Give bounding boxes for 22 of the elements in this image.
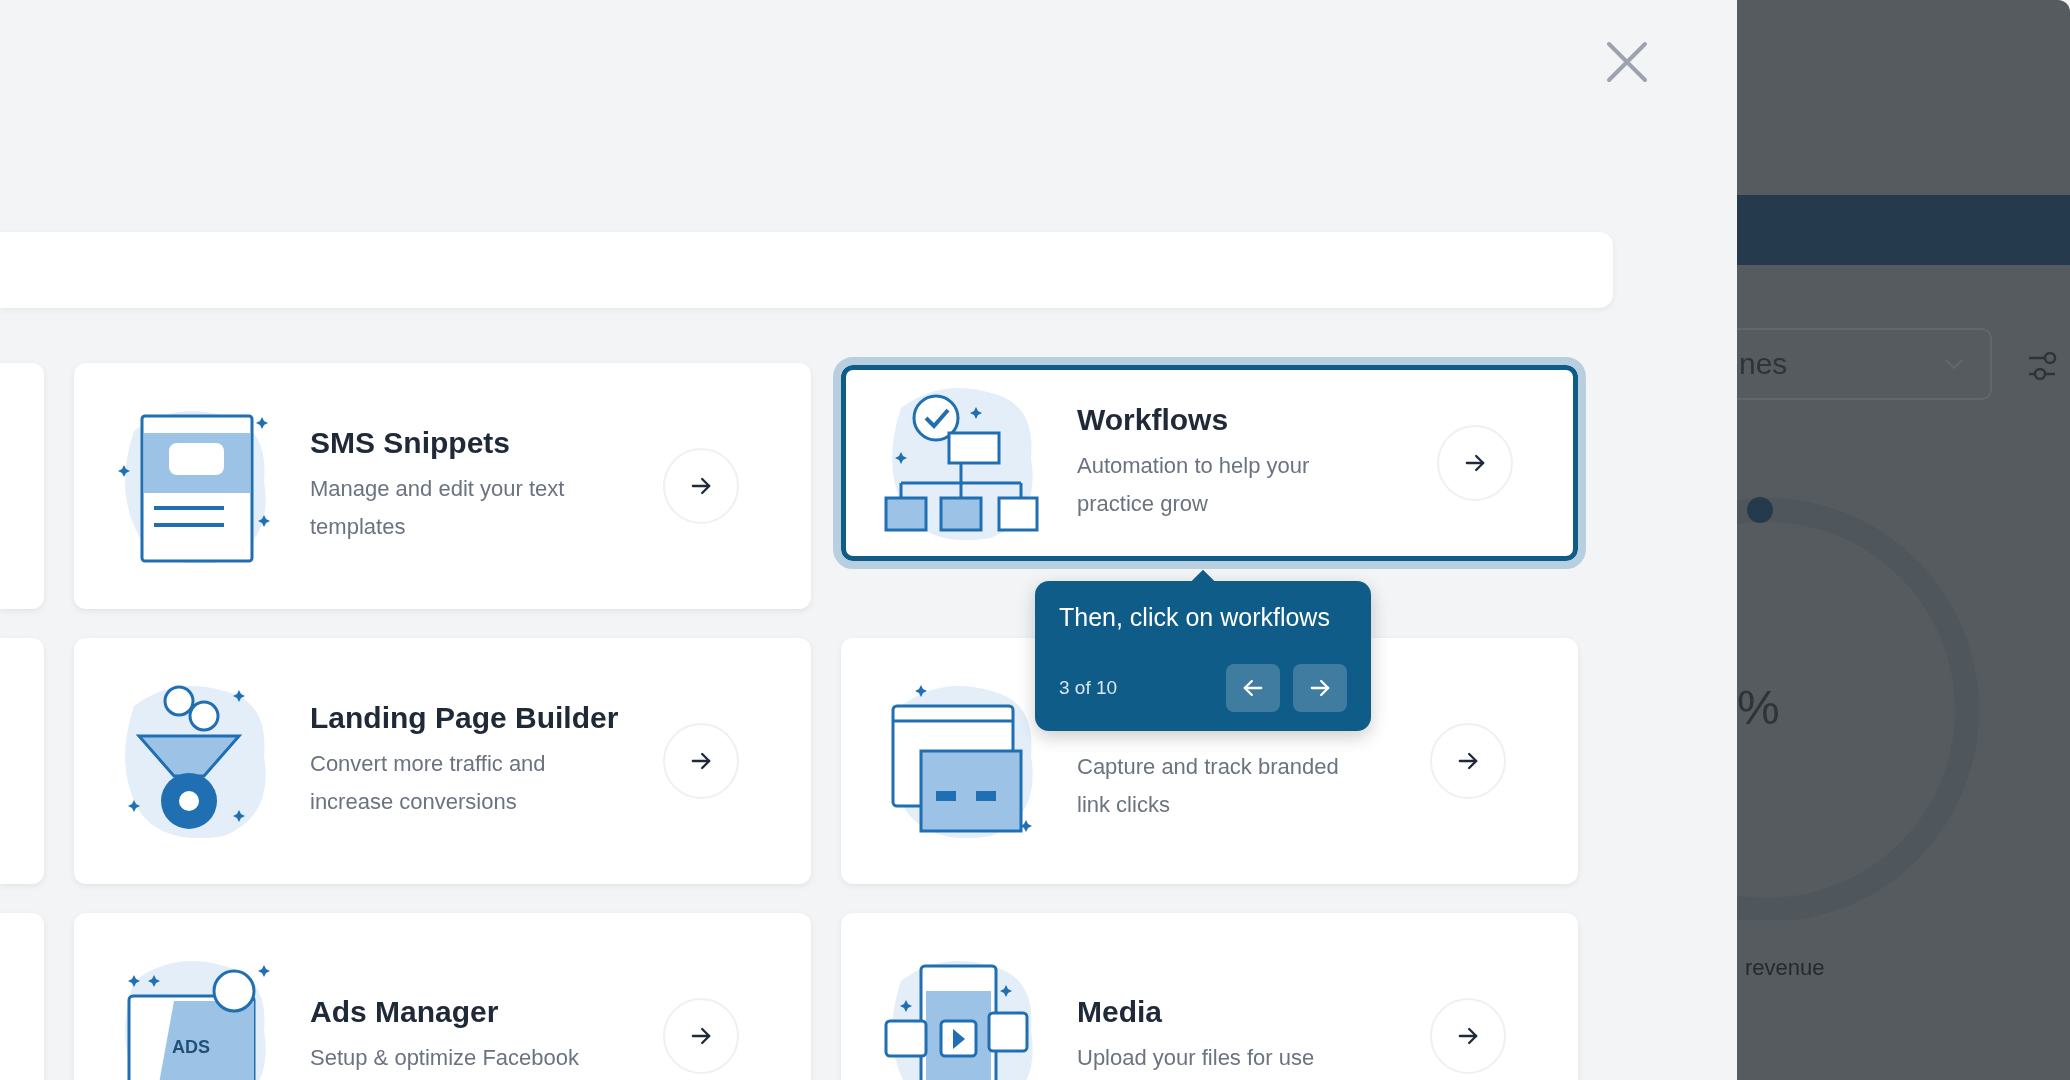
- close-icon: [1605, 40, 1649, 84]
- tool-card[interactable]: SMS Snippets Manage and edit your text templates: [74, 363, 811, 609]
- card-title: Media: [1077, 995, 1164, 1029]
- card-description: Capture and track branded link clicks: [1077, 753, 1340, 819]
- tool-card[interactable]: ADS Ads Manager Setup & optimize Facebook: [74, 913, 811, 1080]
- tooltip-text: Then, click on workflows: [1059, 603, 1331, 632]
- card-title: Ads Manager: [310, 995, 500, 1029]
- card-description: Manage and edit your text templates: [310, 475, 566, 541]
- card-description: Automation to help your practice grow: [1077, 452, 1311, 518]
- ads-label: ADS: [172, 1037, 210, 1057]
- next-button[interactable]: [1293, 664, 1347, 712]
- card-title: Landing Page Builder: [310, 701, 620, 735]
- card-description: Upload your files for use: [1077, 1044, 1316, 1072]
- card-description: Setup & optimize Facebook: [310, 1044, 581, 1072]
- tool-card[interactable]: Media Upload your files for use: [841, 913, 1578, 1080]
- previous-button[interactable]: [1226, 664, 1280, 712]
- percent-value: %: [1737, 680, 1780, 735]
- step-counter: 3 of 10: [1059, 677, 1118, 699]
- card-title: SMS Snippets: [310, 426, 512, 460]
- card-description: Convert more traffic and increase conversions: [310, 750, 547, 816]
- tool-card[interactable]: Landing Page Builder Convert more traffic and increase conversions: [74, 638, 811, 884]
- card-title: Workflows: [1077, 403, 1230, 437]
